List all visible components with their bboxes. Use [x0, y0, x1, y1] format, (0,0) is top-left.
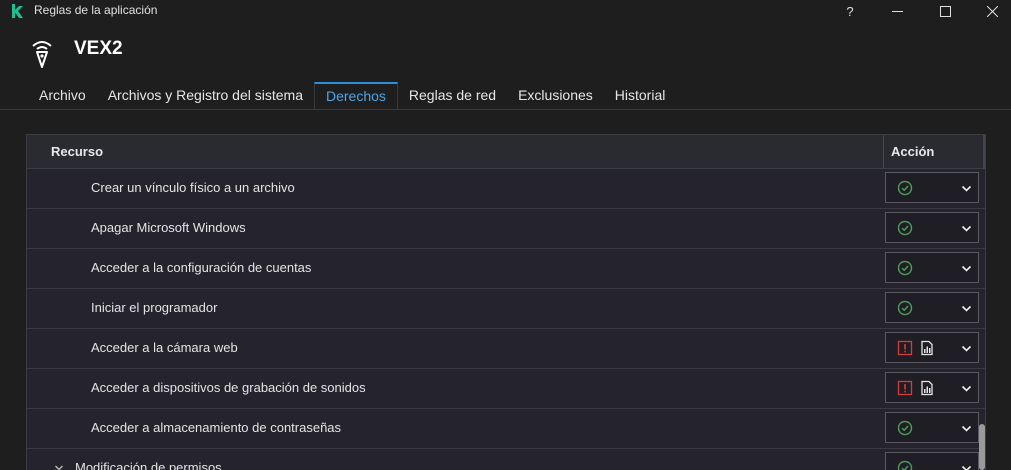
- table-row[interactable]: Acceder a la cámara web: [27, 329, 985, 369]
- app-name: VEX2: [74, 38, 123, 59]
- action-dropdown[interactable]: [885, 292, 979, 323]
- group-label: Modificación de permisos: [75, 460, 222, 470]
- close-button[interactable]: [972, 0, 1011, 22]
- maximize-icon: [939, 5, 951, 17]
- resource-label: Acceder a la cámara web: [91, 340, 238, 355]
- tab-reglas-de-red[interactable]: Reglas de red: [398, 82, 507, 109]
- column-separator[interactable]: [883, 135, 884, 169]
- check-circle-icon: [897, 260, 913, 276]
- table-row[interactable]: Iniciar el programador: [27, 289, 985, 329]
- maximize-button[interactable]: [925, 0, 965, 22]
- table-row[interactable]: Acceder a la configuración de cuentas: [27, 249, 985, 289]
- resource-label: Acceder a almacenamiento de contraseñas: [91, 420, 342, 435]
- column-header-action[interactable]: Acción: [891, 144, 934, 159]
- table-row[interactable]: Crear un vínculo físico a un archivo: [27, 169, 985, 209]
- check-circle-icon: [897, 420, 913, 436]
- chevron-down-icon: [961, 265, 972, 272]
- exclamation-box-icon: [897, 340, 913, 356]
- resource-label: Apagar Microsoft Windows: [91, 220, 246, 235]
- exclamation-box-icon: [897, 380, 913, 396]
- check-circle-icon: [897, 460, 913, 470]
- action-dropdown[interactable]: [885, 452, 979, 470]
- check-circle-icon: [897, 300, 913, 316]
- minimize-icon: [891, 10, 903, 12]
- tab-bar: Archivo Archivos y Registro del sistema …: [28, 82, 676, 109]
- chevron-down-icon: [961, 305, 972, 312]
- window-title: Reglas de la aplicación: [34, 3, 158, 17]
- title-bar: Reglas de la aplicación ?: [0, 0, 1011, 22]
- column-separator: [983, 135, 985, 169]
- expand-chevron-icon[interactable]: [53, 462, 65, 470]
- table-row[interactable]: Apagar Microsoft Windows: [27, 209, 985, 249]
- chevron-down-icon: [961, 465, 972, 470]
- chevron-down-icon: [961, 425, 972, 432]
- column-header-resource[interactable]: Recurso: [51, 144, 103, 159]
- resource-label: Crear un vínculo físico a un archivo: [91, 180, 295, 195]
- close-icon: [986, 5, 998, 17]
- minimize-button[interactable]: [877, 0, 917, 22]
- table-row[interactable]: Acceder a almacenamiento de contraseñas: [27, 409, 985, 449]
- table-header: Recurso Acción: [27, 135, 985, 169]
- tab-derechos[interactable]: Derechos: [313, 82, 398, 109]
- chevron-down-icon: [961, 185, 972, 192]
- resource-label: Iniciar el programador: [91, 300, 218, 315]
- check-circle-icon: [897, 220, 913, 236]
- report-icon: [921, 380, 933, 396]
- table-row[interactable]: Acceder a dispositivos de grabación de s…: [27, 369, 985, 409]
- tab-historial[interactable]: Historial: [604, 82, 677, 109]
- tab-exclusiones[interactable]: Exclusiones: [507, 82, 604, 109]
- resource-label: Acceder a dispositivos de grabación de s…: [91, 380, 366, 395]
- rights-table: Recurso Acción Crear un vínculo físico a…: [26, 134, 986, 470]
- chevron-down-icon: [961, 345, 972, 352]
- action-dropdown[interactable]: [885, 372, 979, 403]
- chevron-down-icon: [961, 385, 972, 392]
- report-icon: [921, 340, 933, 356]
- application-icon: [32, 41, 52, 68]
- action-dropdown[interactable]: [885, 332, 979, 363]
- action-dropdown[interactable]: [885, 252, 979, 283]
- scrollbar-thumb[interactable]: [979, 424, 985, 470]
- action-dropdown[interactable]: [885, 172, 979, 203]
- tab-archivo[interactable]: Archivo: [28, 82, 97, 109]
- help-button[interactable]: ?: [830, 0, 870, 22]
- tab-divider: [0, 109, 1011, 110]
- kaspersky-logo-icon: [12, 4, 23, 18]
- resource-label: Acceder a la configuración de cuentas: [91, 260, 312, 275]
- action-dropdown[interactable]: [885, 412, 979, 443]
- action-dropdown[interactable]: [885, 212, 979, 243]
- table-group-row[interactable]: Modificación de permisos: [27, 449, 985, 470]
- check-circle-icon: [897, 180, 913, 196]
- tab-archivos-registro[interactable]: Archivos y Registro del sistema: [97, 82, 314, 109]
- chevron-down-icon: [961, 225, 972, 232]
